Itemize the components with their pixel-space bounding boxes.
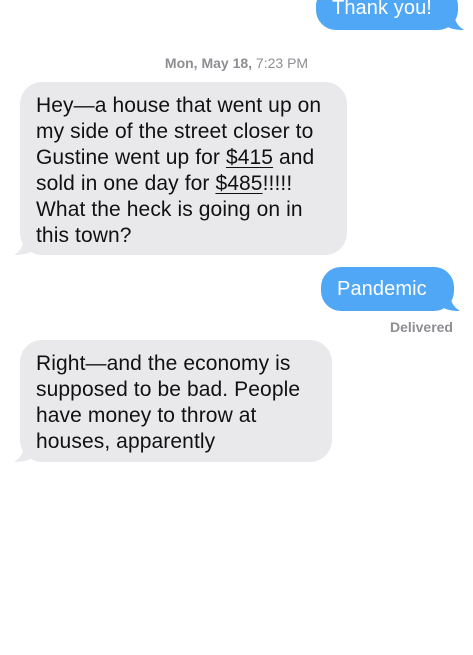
message-text: Pandemic: [337, 278, 427, 300]
timestamp: Mon, May 18, 7:23 PM: [0, 55, 473, 71]
bubble-tail-icon: [446, 12, 464, 30]
message-text: Thank you!: [332, 0, 432, 19]
message-line: my side of the street closer to: [36, 120, 314, 143]
message-line: Gustine went up for $415 and: [36, 146, 315, 169]
message-bubble-sent-pandemic[interactable]: Pandemic: [321, 267, 460, 311]
bubble-tail-icon: [442, 293, 460, 311]
message-line: sold in one day for $485!!!!!: [36, 172, 293, 195]
bubble-tail-icon: [14, 444, 32, 462]
message-bubble-received-economy[interactable]: Right—and the economy is supposed to be …: [14, 340, 332, 462]
timestamp-day: Mon, May 18,: [164, 55, 253, 71]
message-line: Right—and the economy is: [36, 352, 291, 375]
message-line: this town?: [36, 224, 132, 247]
message-bubble-sent-thank-you[interactable]: Thank you!: [316, 0, 464, 30]
timestamp-time: 7:23 PM: [252, 55, 309, 71]
message-line: What the heck is going on in: [36, 198, 303, 221]
message-line: have money to throw at: [36, 404, 257, 427]
price-link-485[interactable]: $485: [215, 172, 262, 195]
message-line: supposed to be bad. People: [36, 378, 301, 401]
price-link-415[interactable]: $415: [226, 146, 273, 169]
bubble-tail-icon: [14, 237, 32, 255]
message-line: Hey—a house that went up on: [36, 94, 322, 117]
message-bubble-received-house[interactable]: Hey—a house that went up on my side of t…: [14, 82, 347, 255]
message-line: houses, apparently: [36, 430, 216, 453]
delivery-status: Delivered: [389, 319, 453, 335]
